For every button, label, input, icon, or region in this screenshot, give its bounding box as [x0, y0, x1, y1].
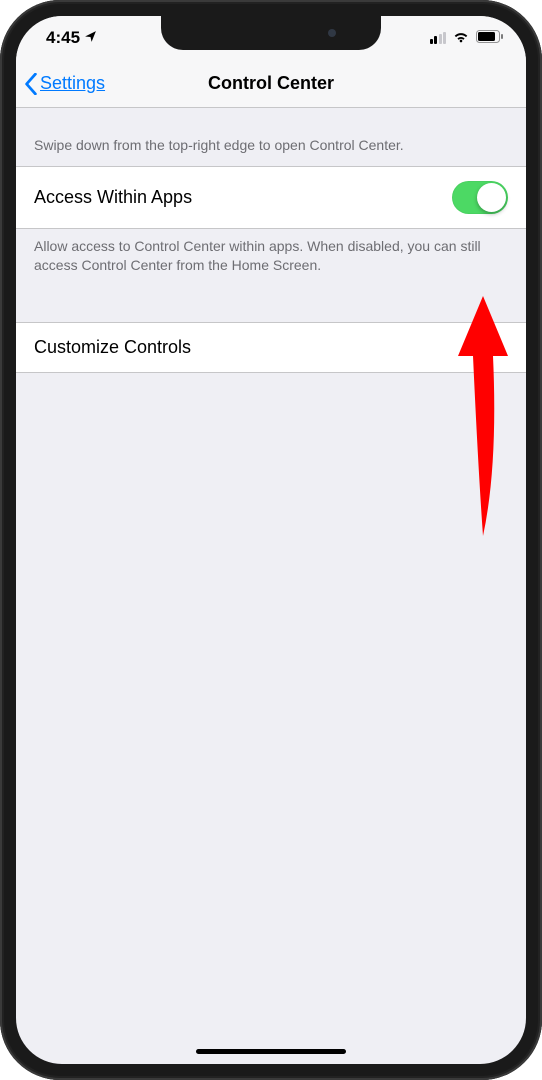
back-button[interactable]: Settings	[24, 73, 105, 95]
wifi-icon	[452, 28, 470, 48]
status-time: 4:45	[46, 28, 80, 48]
customize-controls-row[interactable]: Customize Controls	[16, 322, 526, 373]
cell-signal-icon	[430, 32, 447, 44]
nav-title: Control Center	[208, 73, 334, 94]
toggle-knob	[477, 183, 506, 212]
section-header: Swipe down from the top-right edge to op…	[16, 108, 526, 166]
back-label: Settings	[40, 73, 105, 94]
status-left: 4:45	[46, 28, 97, 48]
battery-icon	[476, 28, 504, 48]
location-arrow-icon	[84, 28, 97, 48]
cell-label: Access Within Apps	[34, 187, 192, 208]
cell-label: Customize Controls	[34, 337, 191, 358]
nav-bar: Settings Control Center	[16, 60, 526, 108]
status-right	[430, 28, 505, 48]
access-within-apps-row[interactable]: Access Within Apps	[16, 166, 526, 229]
content-area: Swipe down from the top-right edge to op…	[16, 108, 526, 373]
front-camera-icon	[328, 29, 336, 37]
phone-frame: 4:45 Settings C	[0, 0, 542, 1080]
home-indicator[interactable]	[196, 1049, 346, 1054]
notch	[161, 16, 381, 50]
section-footer: Allow access to Control Center within ap…	[16, 229, 526, 286]
chevron-left-icon	[24, 73, 38, 95]
access-within-apps-toggle[interactable]	[452, 181, 508, 214]
screen: 4:45 Settings C	[16, 16, 526, 1064]
